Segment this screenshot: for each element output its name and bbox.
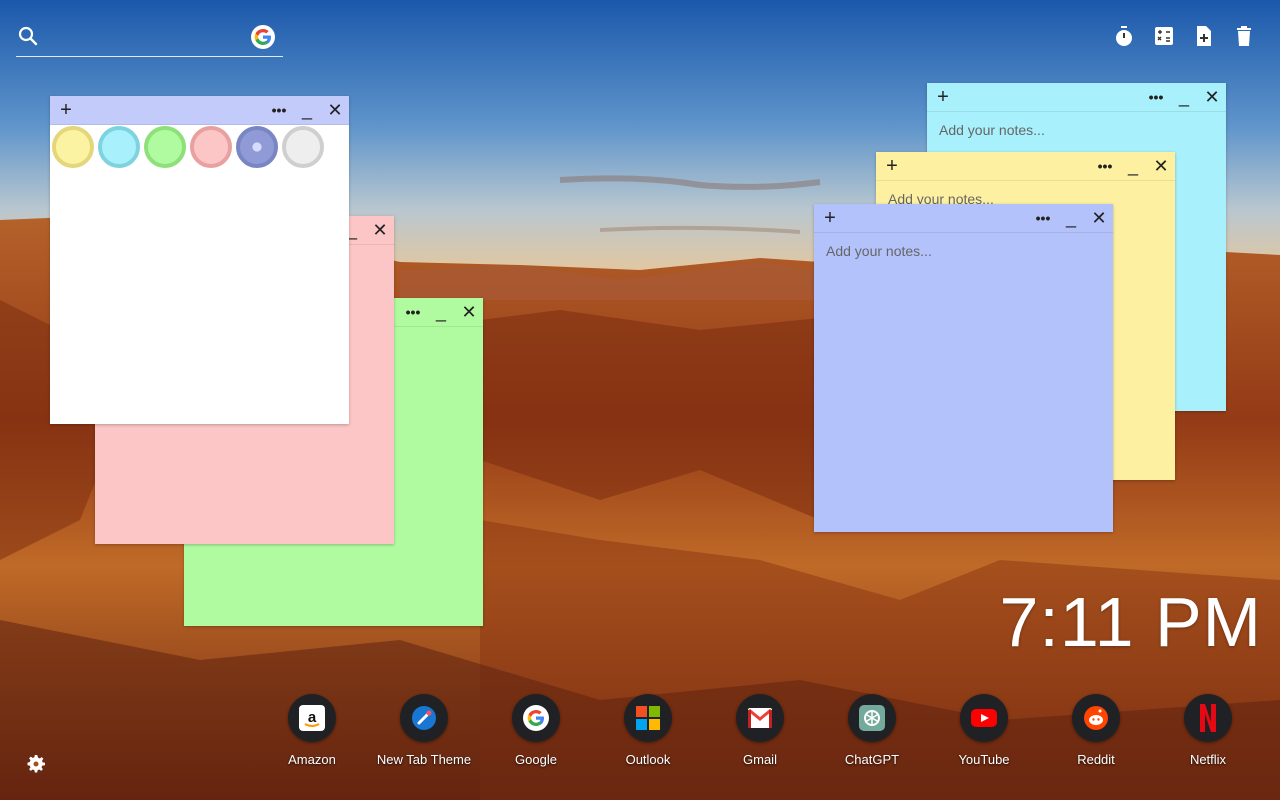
shortcut-netflix[interactable]: Netflix [1152, 694, 1264, 767]
add-note-icon[interactable] [1192, 24, 1216, 48]
clock: 7:11 PM [999, 583, 1262, 661]
close-button[interactable]: ✕ [323, 96, 347, 124]
add-note-button[interactable]: + [931, 83, 955, 111]
search-input[interactable] [50, 24, 244, 52]
note-menu-button[interactable]: ••• [267, 96, 291, 124]
shortcut-youtube[interactable]: YouTube [928, 694, 1040, 767]
google-icon [512, 694, 560, 742]
youtube-icon [960, 694, 1008, 742]
shortcut-google[interactable]: Google [480, 694, 592, 767]
shortcut-label: Gmail [743, 752, 777, 767]
chatgpt-icon [848, 694, 896, 742]
minimize-button[interactable]: _ [1172, 83, 1196, 111]
add-note-button[interactable]: + [818, 204, 842, 232]
search-bar [16, 22, 283, 57]
minimize-button[interactable]: _ [429, 298, 453, 326]
google-icon[interactable] [251, 25, 275, 49]
shortcut-new-tab-theme[interactable]: New Tab Theme [368, 694, 480, 767]
shortcut-label: Google [515, 752, 557, 767]
calculator-icon[interactable] [1152, 24, 1176, 48]
note-header: + ••• _ ✕ [876, 152, 1175, 181]
svg-text:a: a [308, 709, 317, 726]
shortcut-label: Reddit [1077, 752, 1115, 767]
note-menu-button[interactable]: ••• [1093, 152, 1117, 180]
color-swatch[interactable] [98, 126, 140, 168]
reddit-icon [1072, 694, 1120, 742]
close-button[interactable]: ✕ [1200, 83, 1224, 111]
gmail-icon [736, 694, 784, 742]
note-header: + ••• _ ✕ [814, 204, 1113, 233]
close-button[interactable]: ✕ [1087, 204, 1111, 232]
color-swatch[interactable] [282, 126, 324, 168]
shortcut-label: Amazon [288, 752, 336, 767]
close-button[interactable]: ✕ [368, 216, 392, 244]
netflix-icon [1184, 694, 1232, 742]
minimize-button[interactable]: _ [1059, 204, 1083, 232]
note-header: + ••• _ ✕ [50, 96, 349, 125]
shortcut-label: New Tab Theme [376, 752, 472, 767]
note-textarea[interactable] [824, 241, 1107, 525]
minimize-button[interactable]: _ [1121, 152, 1145, 180]
sticky-note-color-picker[interactable]: + ••• _ ✕ [50, 96, 349, 424]
shortcut-label: Netflix [1189, 752, 1227, 767]
shortcut-label: YouTube [958, 752, 1010, 767]
shortcut-chatgpt[interactable]: ChatGPT [816, 694, 928, 767]
color-swatch[interactable] [236, 126, 278, 168]
shortcut-label: ChatGPT [844, 752, 900, 767]
note-menu-button[interactable]: ••• [1031, 204, 1055, 232]
color-swatch[interactable] [144, 126, 186, 168]
shortcut-outlook[interactable]: Outlook [592, 694, 704, 767]
add-note-button[interactable]: + [54, 96, 78, 124]
note-menu-button[interactable]: ••• [401, 298, 425, 326]
trash-icon[interactable] [1232, 24, 1256, 48]
close-button[interactable]: ✕ [457, 298, 481, 326]
search-icon[interactable] [18, 26, 38, 46]
note-menu-button[interactable]: ••• [1144, 83, 1168, 111]
shortcut-reddit[interactable]: Reddit [1040, 694, 1152, 767]
outlook-icon [624, 694, 672, 742]
color-swatch[interactable] [190, 126, 232, 168]
gear-icon[interactable] [24, 752, 48, 776]
color-picker [52, 126, 324, 168]
new-tab-theme-icon [400, 694, 448, 742]
color-swatch[interactable] [52, 126, 94, 168]
shortcut-gmail[interactable]: Gmail [704, 694, 816, 767]
shortcut-amazon[interactable]: a Amazon [256, 694, 368, 767]
note-header: + ••• _ ✕ [927, 83, 1226, 112]
sticky-note-blue[interactable]: + ••• _ ✕ [814, 204, 1113, 532]
add-note-button[interactable]: + [880, 152, 904, 180]
amazon-icon: a [288, 694, 336, 742]
minimize-button[interactable]: _ [295, 96, 319, 124]
timer-icon[interactable] [1112, 24, 1136, 48]
top-toolbar [1112, 24, 1256, 48]
close-button[interactable]: ✕ [1149, 152, 1173, 180]
shortcut-label: Outlook [625, 752, 671, 767]
